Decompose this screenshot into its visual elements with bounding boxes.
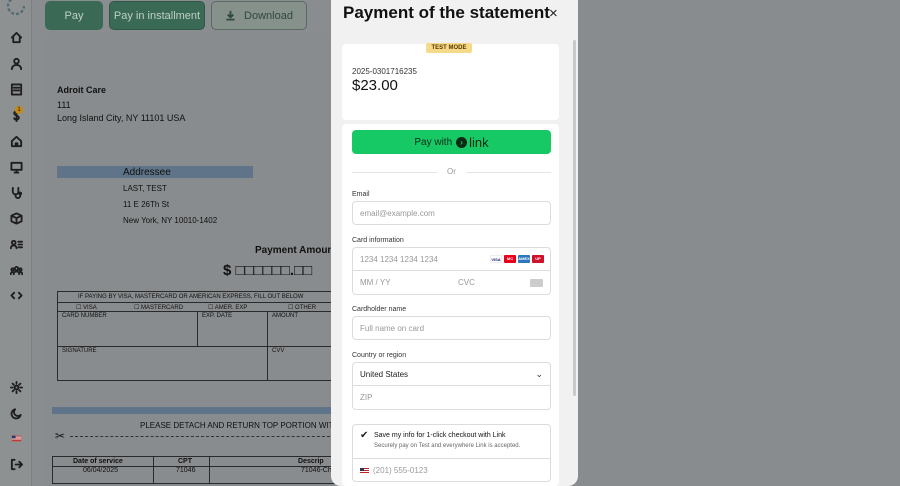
country-label: Country or region <box>352 352 407 359</box>
col-description: Descrip <box>298 458 324 465</box>
document-icon[interactable] <box>9 82 23 96</box>
cvc-field[interactable]: CVC <box>451 271 551 295</box>
save-info-subtitle: Securely pay on Test and everywhere Link… <box>374 443 521 449</box>
pay-installment-button[interactable]: Pay in installment <box>109 1 205 30</box>
payment-amount-label: Payment Amoun <box>255 245 334 256</box>
payment-modal: Payment of the statement × TEST MODE 202… <box>331 0 578 486</box>
us-flag-icon[interactable] <box>9 431 23 445</box>
cardholder-field[interactable]: Full name on card <box>352 316 551 340</box>
settings-icon[interactable] <box>9 380 23 394</box>
addressee-name: LAST, TEST <box>123 184 167 193</box>
detach-bar <box>52 407 337 414</box>
download-label: Download <box>244 9 293 22</box>
mastercard-icon: MC <box>504 255 516 263</box>
email-label: Email <box>352 191 370 198</box>
cardholder-label: Cardholder name <box>352 306 407 313</box>
modal-title: Payment of the statement <box>343 3 550 22</box>
backdrop <box>578 0 900 486</box>
mastercard-checkbox: ☐ MASTERCARD <box>134 305 184 311</box>
signature-cell: SIGNATURE <box>62 348 97 354</box>
addressee-header: Addressee <box>123 167 171 178</box>
user-list-icon[interactable] <box>9 237 23 251</box>
country-value: United States <box>360 369 409 379</box>
row-description: 71046-Ch <box>301 467 332 474</box>
unionpay-icon: UP <box>532 255 544 263</box>
save-info-title: Save my info for 1-click checkout with L… <box>374 432 506 439</box>
group-icon[interactable] <box>9 263 23 277</box>
visa-icon: VISA <box>490 255 502 263</box>
chevron-down-icon: ⌄ <box>535 368 543 379</box>
app-logo-icon[interactable] <box>6 0 26 16</box>
phone-field[interactable]: (201) 555-0123 <box>353 458 550 482</box>
detach-instruction: PLEASE DETACH AND RETURN TOP PORTION WIT… <box>140 421 353 430</box>
cvc-card-icon <box>530 279 543 287</box>
link-prefix: Pay with <box>414 136 453 148</box>
amex-icon: AMEX <box>518 255 530 263</box>
house-icon[interactable] <box>9 134 23 148</box>
card-number-cell: CARD NUMBER <box>62 313 107 319</box>
download-icon <box>226 10 235 21</box>
addressee-line3: New York, NY 10010-1402 <box>123 216 218 225</box>
us-flag-icon <box>360 467 369 474</box>
zip-field[interactable]: ZIP <box>352 386 551 410</box>
card-payment-form: IF PAYING BY VISA, MASTERCARD OR AMERICA… <box>57 291 337 381</box>
logout-icon[interactable] <box>9 457 23 471</box>
invoice-amount: $23.00 <box>352 77 398 94</box>
expiry-field[interactable]: MM / YY <box>352 271 452 295</box>
row-date: 06/04/2025 <box>83 467 119 474</box>
code-icon[interactable] <box>9 288 23 302</box>
country-select[interactable]: United States ⌄ <box>352 362 551 386</box>
visa-checkbox: ☐ VISA <box>76 305 97 311</box>
company-address-line3: Long Island City, NY 11101 USA <box>57 113 186 123</box>
card-number-placeholder: 1234 1234 1234 1234 <box>360 254 438 264</box>
card-number-field[interactable]: 1234 1234 1234 1234 VISA MC AMEX UP <box>352 247 551 271</box>
link-save-box: ✔ Save my info for 1-click checkout with… <box>352 424 551 482</box>
pay-with-link-button[interactable]: Pay with › link <box>352 130 551 154</box>
card-form-header: IF PAYING BY VISA, MASTERCARD OR AMERICA… <box>78 294 304 300</box>
cvc-placeholder: CVC <box>458 278 475 287</box>
link-wordmark: link <box>469 134 489 150</box>
col-date-of-service: Date of service <box>73 458 123 465</box>
exp-date-cell: EXP. DATE <box>202 313 233 319</box>
link-chevron-icon: › <box>456 136 468 148</box>
amount-cell: AMOUNT <box>272 313 298 319</box>
payment-amount-boxes: $ □□□□□□.□□ <box>223 262 313 279</box>
pay-button[interactable]: Pay <box>45 1 103 30</box>
home-icon[interactable] <box>9 30 23 44</box>
company-address-line2: 111 <box>57 100 71 110</box>
test-mode-badge: TEST MODE <box>426 43 472 53</box>
service-table: Date of service CPT Descrip 06/04/2025 7… <box>52 456 337 484</box>
download-button[interactable]: Download <box>211 1 307 30</box>
sidebar: 1 <box>0 0 32 486</box>
monitor-icon[interactable] <box>9 160 23 174</box>
or-divider: Or <box>352 167 551 176</box>
modal-scrollbar[interactable] <box>573 40 576 396</box>
moon-icon[interactable] <box>9 406 23 420</box>
card-info-label: Card information <box>352 237 404 244</box>
other-checkbox: ☐ OTHER <box>288 305 317 311</box>
row-cpt: 71046 <box>176 467 196 474</box>
stethoscope-icon[interactable] <box>9 185 23 199</box>
statement-toolbar: Pay Pay in installment Download <box>33 0 333 34</box>
box-icon[interactable] <box>9 211 23 225</box>
phone-placeholder: (201) 555-0123 <box>373 466 428 475</box>
col-cpt: CPT <box>178 458 192 465</box>
cvv-cell: CVV <box>272 348 285 354</box>
user-icon[interactable] <box>9 56 23 70</box>
company-name: Adroit Care <box>57 85 107 95</box>
card-brands: VISA MC AMEX UP <box>490 255 544 263</box>
notification-badge: 1 <box>15 106 23 114</box>
amex-checkbox: ☐ AMER. EXP <box>208 305 248 311</box>
close-icon[interactable]: × <box>549 5 558 22</box>
statement-document: Adroit Care 111 Long Island City, NY 111… <box>45 38 353 486</box>
invoice-number: 2025-0301716235 <box>352 67 417 76</box>
email-field[interactable]: email@example.com <box>352 201 551 225</box>
scissors-icon: ✂ <box>55 429 66 443</box>
addressee-line2: 11 E 26Th St <box>123 200 170 209</box>
save-checkbox[interactable]: ✔ <box>360 430 368 441</box>
